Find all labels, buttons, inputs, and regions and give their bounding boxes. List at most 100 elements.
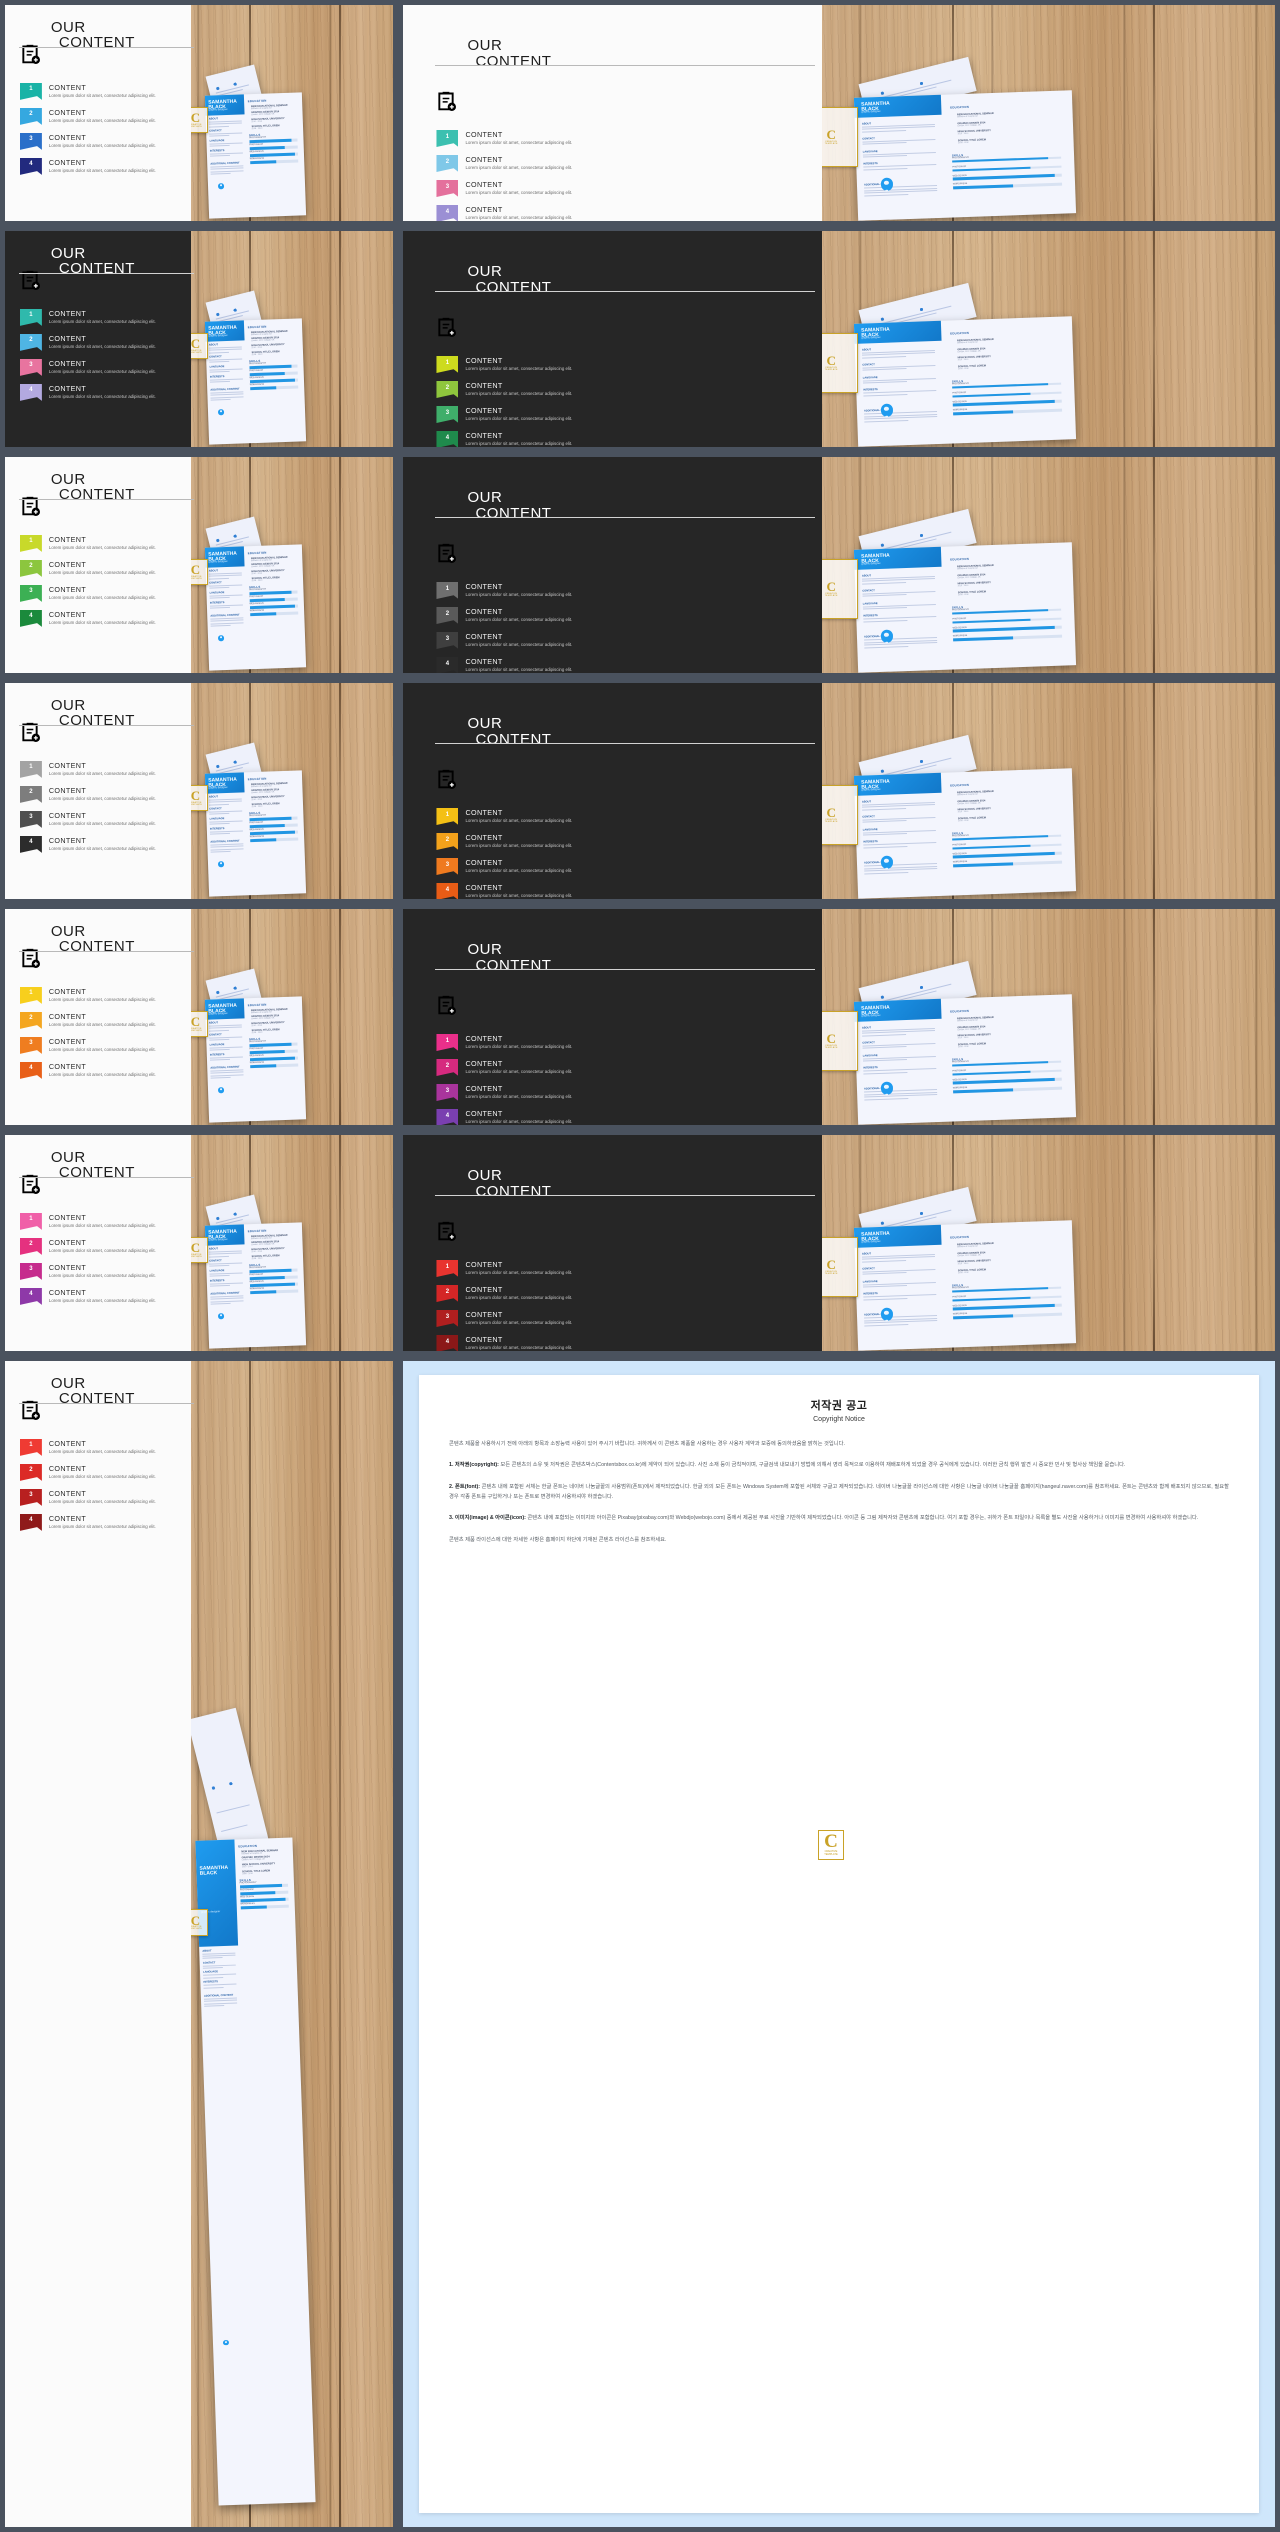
content-item[interactable]: 2 CONTENT Lorem ipsum dolor sit amet, co… bbox=[19, 1237, 184, 1255]
content-item[interactable]: 4 CONTENT Lorem ipsum dolor sit amet, co… bbox=[19, 383, 184, 401]
content-item[interactable]: 2 CONTENT Lorem ipsum dolor sit amet, co… bbox=[19, 559, 184, 577]
content-item[interactable]: 1 CONTENT Lorem ipsum dolor sit amet, co… bbox=[436, 1034, 804, 1052]
item-title: CONTENT bbox=[48, 986, 87, 996]
slide-title-line2: CONTENT bbox=[475, 504, 552, 522]
content-item[interactable]: 2 CONTENT Lorem ipsum dolor sit amet, co… bbox=[19, 1011, 184, 1029]
item-number-badge: 2 bbox=[436, 607, 459, 625]
stamp-letter: C bbox=[190, 1014, 201, 1030]
content-item[interactable]: 4 CONTENT Lorem ipsum dolor sit amet, co… bbox=[436, 657, 804, 673]
content-item[interactable]: 1 CONTENT Lorem ipsum dolor sit amet, co… bbox=[19, 308, 184, 326]
content-item[interactable]: 1 CONTENT Lorem ipsum dolor sit amet, co… bbox=[19, 986, 184, 1004]
item-title: CONTENT bbox=[465, 883, 503, 893]
item-number-badge: 3 bbox=[19, 358, 42, 376]
content-item[interactable]: 3 CONTENT Lorem ipsum dolor sit amet, co… bbox=[19, 584, 184, 602]
content-item[interactable]: 4 CONTENT Lorem ipsum dolor sit amet, co… bbox=[436, 1109, 804, 1125]
content-item[interactable]: 2 CONTENT Lorem ipsum dolor sit amet, co… bbox=[436, 833, 804, 851]
content-item[interactable]: 4 CONTENT Lorem ipsum dolor sit amet, co… bbox=[19, 835, 184, 853]
resume-skill: WORDPRESS bbox=[953, 858, 1063, 867]
slide-thumbnail-v1[interactable]: SAMANTHA BLACK graphic designer ABOUT CO… bbox=[0, 0, 398, 226]
content-item[interactable]: 4 CONTENT Lorem ipsum dolor sit amet, co… bbox=[19, 157, 184, 175]
item-number: 1 bbox=[29, 538, 33, 545]
item-title: CONTENT bbox=[465, 858, 503, 868]
item-number-badge: 3 bbox=[19, 1262, 42, 1280]
item-number-badge: 2 bbox=[436, 381, 459, 399]
content-item[interactable]: 3 CONTENT Lorem ipsum dolor sit amet, co… bbox=[436, 858, 804, 876]
resume-education-entry: NEW EDUCATIONAL SEMINAR Bachelor of Graph… bbox=[251, 781, 297, 787]
content-item[interactable]: 4 CONTENT Lorem ipsum dolor sit amet, co… bbox=[19, 1287, 184, 1305]
slide-thumbnail-v2[interactable]: SAMANTHA BLACK graphic designer ABOUT CO… bbox=[398, 0, 1280, 226]
content-item[interactable]: 2 CONTENT Lorem ipsum dolor sit amet, co… bbox=[436, 1285, 804, 1303]
content-item[interactable]: 2 CONTENT Lorem ipsum dolor sit amet, co… bbox=[19, 785, 184, 803]
item-number-badge: 1 bbox=[19, 1438, 42, 1456]
resume-mockup: SAMANTHA BLACK graphic designer ABOUT CO… bbox=[854, 541, 1077, 673]
content-item[interactable]: 3 CONTENT Lorem ipsum dolor sit amet, co… bbox=[19, 810, 184, 828]
slide-thumbnail-v13[interactable]: SAMANTHA BLACK graphic designer ABOUT CO… bbox=[0, 1356, 398, 2532]
content-item[interactable]: 1 CONTENT Lorem ipsum dolor sit amet, co… bbox=[19, 1212, 184, 1230]
content-item[interactable]: 4 CONTENT Lorem ipsum dolor sit amet, co… bbox=[436, 883, 804, 899]
content-item[interactable]: 3 CONTENT Lorem ipsum dolor sit amet, co… bbox=[19, 358, 184, 376]
content-item[interactable]: 4 CONTENT Lorem ipsum dolor sit amet, co… bbox=[436, 431, 804, 447]
content-item[interactable]: 2 CONTENT Lorem ipsum dolor sit amet, co… bbox=[436, 1059, 804, 1077]
content-item[interactable]: 3 CONTENT Lorem ipsum dolor sit amet, co… bbox=[19, 1262, 184, 1280]
content-item[interactable]: 4 CONTENT Lorem ipsum dolor sit amet, co… bbox=[436, 1335, 804, 1351]
content-item[interactable]: 4 CONTENT Lorem ipsum dolor sit amet, co… bbox=[436, 205, 804, 221]
content-item-list: 1 CONTENT Lorem ipsum dolor sit amet, co… bbox=[436, 582, 804, 673]
slide-thumbnail-v4[interactable]: SAMANTHA BLACK graphic designer ABOUT CO… bbox=[398, 226, 1280, 452]
item-number: 3 bbox=[445, 409, 450, 416]
content-item[interactable]: 1 CONTENT Lorem ipsum dolor sit amet, co… bbox=[436, 808, 804, 826]
slide-thumbnail-v6[interactable]: SAMANTHA BLACK graphic designer ABOUT CO… bbox=[398, 452, 1280, 678]
slide-thumbnail-v7[interactable]: SAMANTHA BLACK graphic designer ABOUT CO… bbox=[0, 678, 398, 904]
copyright-paragraph-text: 콘텐츠 내에 포함된 서체는 한글 폰트는 네이버 나눔글꼴의 사용범위(폰트)… bbox=[449, 1483, 1229, 1500]
content-item[interactable]: 4 CONTENT Lorem ipsum dolor sit amet, co… bbox=[19, 1061, 184, 1079]
item-number-badge: 4 bbox=[19, 383, 42, 401]
content-item[interactable]: 3 CONTENT Lorem ipsum dolor sit amet, co… bbox=[436, 1084, 804, 1102]
content-item[interactable]: 1 CONTENT Lorem ipsum dolor sit amet, co… bbox=[19, 82, 184, 100]
content-item[interactable]: 1 CONTENT Lorem ipsum dolor sit amet, co… bbox=[19, 534, 184, 552]
content-item[interactable]: 2 CONTENT Lorem ipsum dolor sit amet, co… bbox=[19, 1463, 184, 1481]
resume-skill: PHOTOSHOP bbox=[249, 142, 298, 150]
slide-thumbnail-v11[interactable]: SAMANTHA BLACK graphic designer ABOUT CO… bbox=[0, 1130, 398, 1356]
item-number-badge: 1 bbox=[19, 82, 42, 100]
resume-skill: WEB DESIGN bbox=[953, 1075, 1063, 1084]
resume-skill: PHOTOSHOP bbox=[249, 1046, 298, 1054]
slide-thumbnail-v9[interactable]: SAMANTHA BLACK graphic designer ABOUT CO… bbox=[0, 904, 398, 1130]
content-item[interactable]: 2 CONTENT Lorem ipsum dolor sit amet, co… bbox=[436, 607, 804, 625]
content-item[interactable]: 1 CONTENT Lorem ipsum dolor sit amet, co… bbox=[436, 582, 804, 600]
content-item[interactable]: 4 CONTENT Lorem ipsum dolor sit amet, co… bbox=[19, 1513, 184, 1531]
slide-thumbnail-v8[interactable]: SAMANTHA BLACK graphic designer ABOUT CO… bbox=[398, 678, 1280, 904]
slide-thumbnail-v5[interactable]: SAMANTHA BLACK graphic designer ABOUT CO… bbox=[0, 452, 398, 678]
resume-role: graphic designer bbox=[208, 1237, 228, 1242]
copyright-paragraph-text: 모든 콘텐츠의 소유 및 저작권은 콘텐츠박스(Contentsbox.co.k… bbox=[500, 1462, 1126, 1469]
resume-avatar bbox=[880, 177, 894, 191]
content-item[interactable]: 2 CONTENT Lorem ipsum dolor sit amet, co… bbox=[436, 155, 804, 173]
item-number: 1 bbox=[29, 990, 33, 997]
slide-thumbnail-v10[interactable]: SAMANTHA BLACK graphic designer ABOUT CO… bbox=[398, 904, 1280, 1130]
item-number-badge: 3 bbox=[436, 1084, 459, 1102]
slide-thumbnail-v3[interactable]: SAMANTHA BLACK graphic designer ABOUT CO… bbox=[0, 226, 398, 452]
copyright-paragraph-text: 콘텐츠 내에 포함되는 이미지와 아이콘은 Pixabay(pixabay.co… bbox=[527, 1515, 1199, 1522]
content-item[interactable]: 1 CONTENT Lorem ipsum dolor sit amet, co… bbox=[19, 760, 184, 778]
item-number-badge: 3 bbox=[19, 584, 42, 602]
content-item[interactable]: 1 CONTENT Lorem ipsum dolor sit amet, co… bbox=[436, 356, 804, 374]
clipboard-add-icon bbox=[436, 316, 457, 343]
content-item[interactable]: 3 CONTENT Lorem ipsum dolor sit amet, co… bbox=[436, 632, 804, 650]
content-item[interactable]: 4 CONTENT Lorem ipsum dolor sit amet, co… bbox=[19, 609, 184, 627]
skill-bar bbox=[240, 1904, 289, 1910]
content-item[interactable]: 2 CONTENT Lorem ipsum dolor sit amet, co… bbox=[19, 333, 184, 351]
content-item[interactable]: 3 CONTENT Lorem ipsum dolor sit amet, co… bbox=[19, 1036, 184, 1054]
resume-skill: WEB DESIGN bbox=[249, 375, 298, 383]
content-item[interactable]: 3 CONTENT Lorem ipsum dolor sit amet, co… bbox=[436, 1310, 804, 1328]
content-item-list: 1 CONTENT Lorem ipsum dolor sit amet, co… bbox=[436, 356, 804, 447]
content-item[interactable]: 3 CONTENT Lorem ipsum dolor sit amet, co… bbox=[19, 132, 184, 150]
content-item[interactable]: 1 CONTENT Lorem ipsum dolor sit amet, co… bbox=[436, 1260, 804, 1278]
resume-education-entry: SCHOOL TITLE LOREM 2008 - 2010 bbox=[251, 801, 297, 807]
content-item[interactable]: 2 CONTENT Lorem ipsum dolor sit amet, co… bbox=[19, 107, 184, 125]
slide-thumbnail-v12[interactable]: SAMANTHA BLACK graphic designer ABOUT CO… bbox=[398, 1130, 1280, 1356]
content-item[interactable]: 2 CONTENT Lorem ipsum dolor sit amet, co… bbox=[436, 381, 804, 399]
content-item[interactable]: 1 CONTENT Lorem ipsum dolor sit amet, co… bbox=[19, 1438, 184, 1456]
item-description: Lorem ipsum dolor sit amet, consectetur … bbox=[48, 318, 156, 324]
content-item[interactable]: 1 CONTENT Lorem ipsum dolor sit amet, co… bbox=[436, 130, 804, 148]
content-item[interactable]: 3 CONTENT Lorem ipsum dolor sit amet, co… bbox=[436, 406, 804, 424]
content-item[interactable]: 3 CONTENT Lorem ipsum dolor sit amet, co… bbox=[19, 1488, 184, 1506]
content-item[interactable]: 3 CONTENT Lorem ipsum dolor sit amet, co… bbox=[436, 180, 804, 198]
